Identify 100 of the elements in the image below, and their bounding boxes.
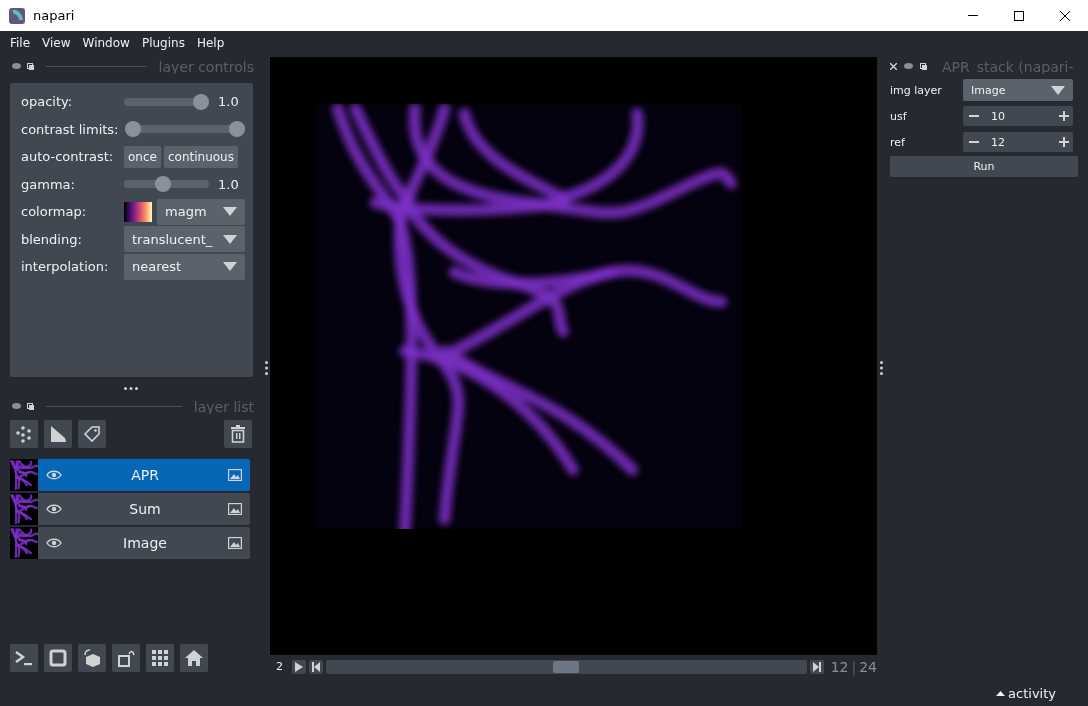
slider-thumb[interactable] (229, 121, 245, 138)
float-icon[interactable] (12, 63, 21, 69)
close-icon[interactable] (890, 62, 897, 70)
first-frame-button[interactable] (309, 659, 323, 674)
float-icon[interactable] (12, 403, 21, 409)
control-label: auto-contrast: (21, 149, 115, 165)
panel-title: layer controls (158, 58, 254, 74)
window-icon[interactable] (27, 62, 34, 70)
menu-item[interactable]: Help (190, 36, 231, 50)
auto-contrast-button[interactable]: once (124, 145, 161, 168)
roll-dims-button[interactable] (78, 644, 106, 672)
close-icon (1060, 10, 1070, 21)
menu-item[interactable]: Plugins (135, 36, 191, 50)
home-button[interactable] (180, 644, 208, 672)
image-icon (228, 469, 242, 481)
slider-thumb[interactable] (155, 176, 172, 193)
home-icon (184, 649, 204, 667)
grid-icon (151, 649, 169, 667)
layer-item[interactable]: APR (10, 459, 250, 491)
layer-thumbnail (10, 459, 38, 491)
tag-icon (83, 425, 101, 443)
rotate-cube-icon (82, 648, 102, 668)
float-icon[interactable] (904, 63, 913, 69)
dropdown[interactable]: Image (963, 79, 1073, 101)
image-icon (228, 503, 242, 515)
trash-icon (230, 425, 246, 443)
auto-contrast-button[interactable]: continuous (163, 145, 238, 168)
activity-button[interactable]: activity (996, 685, 1056, 701)
layer-name: Sum (128, 501, 162, 517)
eye-icon[interactable] (46, 504, 62, 514)
terminal-icon (14, 649, 34, 667)
caret-icon (223, 234, 237, 244)
grid-button[interactable] (146, 644, 174, 672)
drag-handle-icon[interactable] (124, 386, 138, 390)
layer-item[interactable]: Sum (10, 493, 250, 525)
window-icon[interactable] (27, 402, 34, 410)
ndisplay-button[interactable] (44, 644, 72, 672)
colormap-preview (124, 201, 152, 222)
window-title: napari (33, 8, 76, 23)
slider-value: 1.0 (218, 94, 239, 110)
layer-thumbnail (10, 527, 38, 559)
field-label: img layer (890, 83, 943, 97)
plus-icon[interactable] (1059, 137, 1069, 147)
menu-item[interactable]: Window (76, 36, 136, 50)
control-label: gamma: (21, 176, 76, 192)
dropdown[interactable]: translucent_ (124, 226, 245, 253)
panel-title: APR_stack (napari- (942, 58, 1074, 74)
maximize-icon (1014, 10, 1024, 21)
splitter-handle-icon[interactable] (879, 360, 883, 375)
control-label: interpolation: (21, 259, 110, 275)
spin-box[interactable]: 10 (963, 106, 1073, 126)
square-icon (49, 649, 67, 667)
image-icon (228, 537, 242, 549)
last-frame-button[interactable] (809, 659, 824, 674)
layer-thumbnail (10, 493, 38, 525)
new-shapes-button[interactable] (44, 420, 72, 448)
caret-icon (1051, 85, 1065, 95)
layer-name: APR (130, 467, 160, 483)
layer-name: Image (122, 535, 168, 551)
frame-separator: | (851, 658, 857, 675)
run-button[interactable]: Run (890, 156, 1078, 177)
total-frames: 24 (859, 658, 877, 675)
eye-icon[interactable] (46, 538, 62, 548)
transpose-button[interactable] (112, 644, 140, 672)
points-icon (15, 425, 33, 443)
dropdown[interactable]: magm (157, 198, 245, 225)
minimize-icon (968, 15, 978, 16)
play-button[interactable] (292, 659, 306, 674)
new-labels-button[interactable] (78, 420, 106, 448)
menu-item[interactable]: File (4, 36, 37, 50)
app-logo-icon (9, 7, 25, 24)
plus-icon[interactable] (1059, 111, 1069, 121)
delete-layer-button[interactable] (224, 420, 252, 448)
current-frame: 12 (830, 658, 849, 675)
spin-box[interactable]: 12 (963, 132, 1073, 152)
splitter-handle-icon[interactable] (264, 360, 268, 375)
dims-slider-thumb[interactable] (553, 660, 580, 673)
caret-icon (223, 207, 237, 217)
polygon-icon (49, 425, 67, 443)
window-icon[interactable] (920, 62, 927, 70)
eye-icon[interactable] (46, 470, 62, 480)
control-label: contrast limits: (21, 121, 120, 137)
control-label: opacity: (21, 94, 74, 110)
field-label: usf (890, 109, 908, 123)
panel-title: layer list (193, 398, 254, 414)
layer-item[interactable]: Image (10, 527, 250, 559)
dropdown[interactable]: nearest (124, 253, 245, 280)
slider-value: 1.0 (218, 176, 239, 192)
slider-thumb[interactable] (125, 121, 141, 138)
console-button[interactable] (10, 644, 38, 672)
slider-thumb[interactable] (193, 93, 209, 110)
control-label: colormap: (21, 204, 88, 220)
field-label: ref (890, 135, 906, 149)
axis-label: 2 (276, 660, 283, 673)
new-points-button[interactable] (10, 420, 38, 448)
rotate-square-icon (116, 648, 136, 668)
caret-up-icon (996, 690, 1006, 696)
caret-icon (223, 262, 237, 272)
control-label: blending: (21, 231, 83, 247)
menu-item[interactable]: View (36, 36, 77, 50)
